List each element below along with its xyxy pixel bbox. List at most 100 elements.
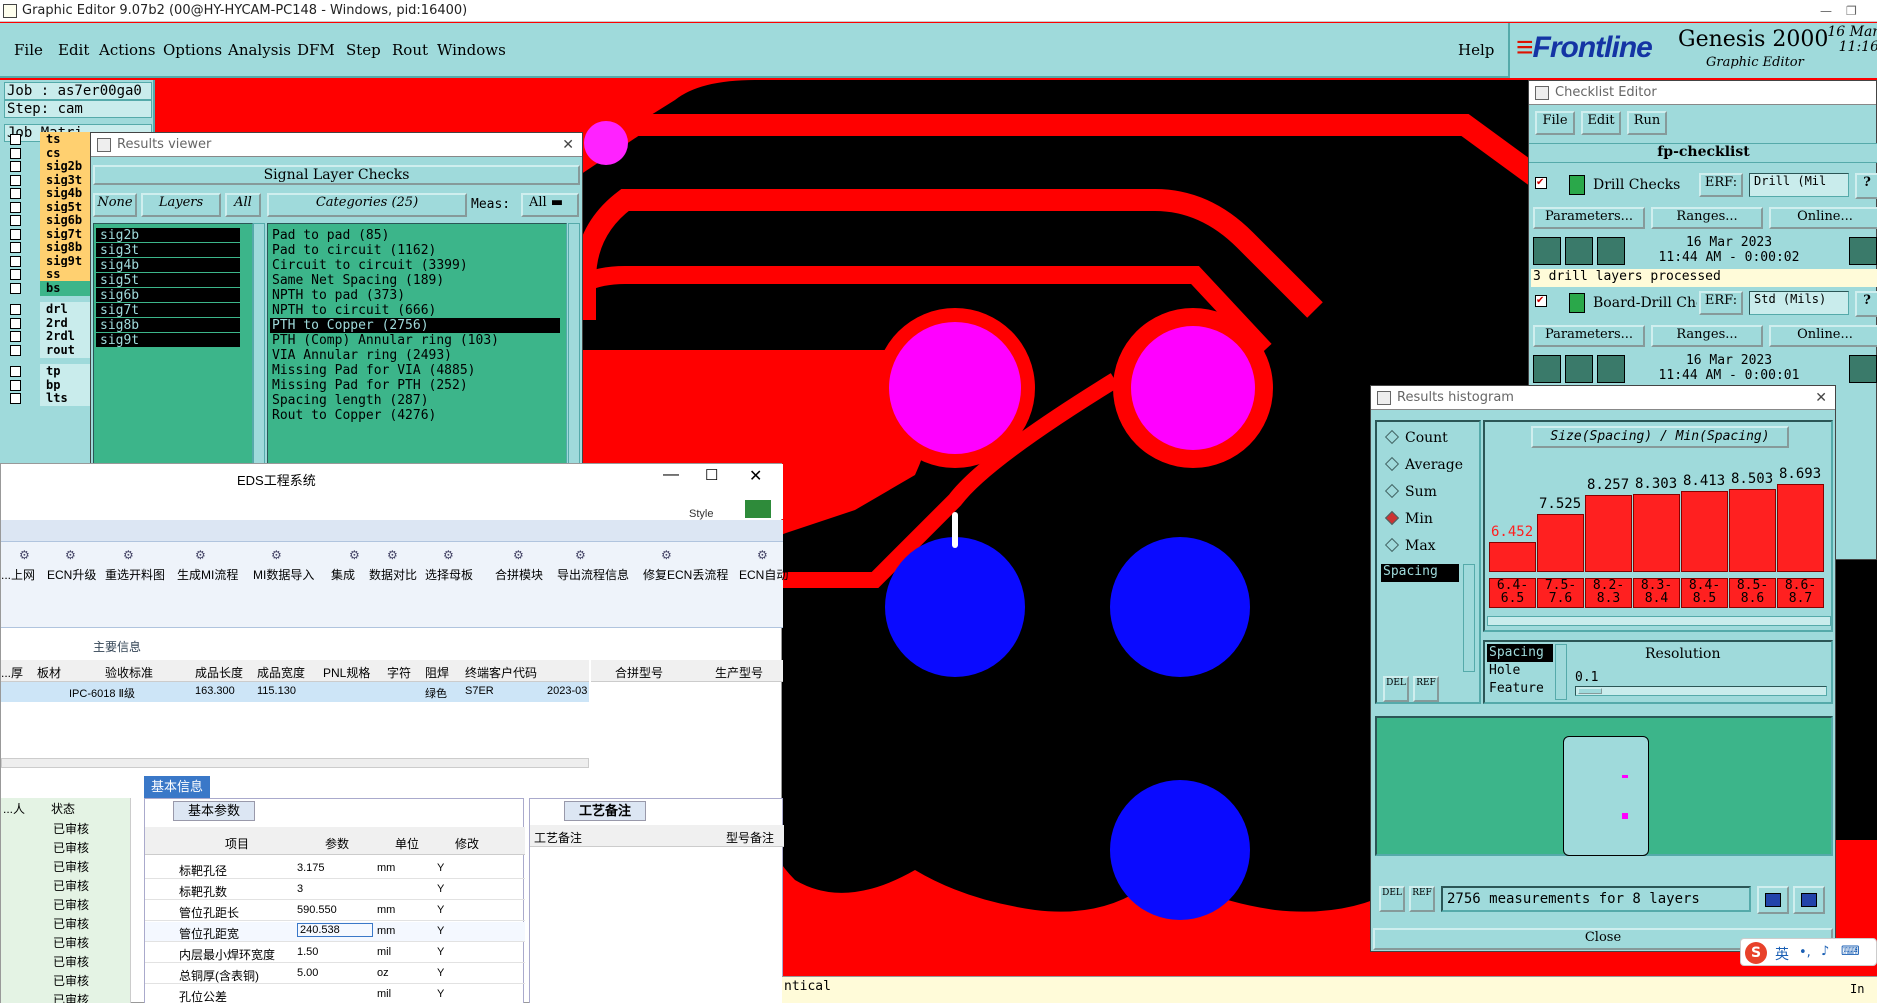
board-drill-parameters-button[interactable]: Parameters... xyxy=(1533,325,1645,347)
layer-checkbox[interactable] xyxy=(10,174,21,186)
board-drill-online-button[interactable]: Online... xyxy=(1769,325,1877,347)
table-cell[interactable]: 590.550 xyxy=(297,904,337,916)
list-item[interactable]: sig7t xyxy=(96,303,240,318)
menu-actions[interactable]: Actions xyxy=(99,41,155,59)
toolbar-button[interactable]: MI数据导入 xyxy=(253,566,314,583)
list-item[interactable]: 已审核 xyxy=(53,953,89,970)
menu-edit[interactable]: Edit xyxy=(58,41,89,59)
keyboard-icon[interactable]: ⌨ xyxy=(1841,944,1860,959)
run-icon[interactable] xyxy=(1565,355,1593,383)
menu-step[interactable]: Step xyxy=(346,41,381,59)
maximize-icon[interactable]: ☐ xyxy=(705,466,718,484)
checklist-menu-edit[interactable]: Edit xyxy=(1581,111,1621,135)
list-item[interactable]: Rout to Copper (4276) xyxy=(272,408,436,423)
histogram-bar[interactable] xyxy=(1777,484,1824,572)
list-item[interactable]: sig2b xyxy=(96,228,240,243)
list-item[interactable]: PTH to Copper (2756) xyxy=(270,318,560,333)
board-drill-ranges-button[interactable]: Ranges... xyxy=(1651,325,1763,347)
zoom-icon[interactable] xyxy=(1849,237,1877,265)
layer-checkbox[interactable] xyxy=(10,282,21,294)
drill-checks-parameters-button[interactable]: Parameters... xyxy=(1533,207,1645,229)
drill-checks-ranges-button[interactable]: Ranges... xyxy=(1651,207,1763,229)
drill-checks-help-button[interactable]: ? xyxy=(1855,173,1877,199)
table-cell[interactable]: 1.50 xyxy=(297,946,318,958)
menu-windows[interactable]: Windows xyxy=(437,41,506,59)
close-icon[interactable]: ✕ xyxy=(562,133,574,157)
list-item[interactable]: Spacing length (287) xyxy=(272,393,429,408)
toolbar-button[interactable]: ECN自动 xyxy=(739,566,788,583)
menu-rout[interactable]: Rout xyxy=(392,41,428,59)
list-item[interactable]: 已审核 xyxy=(53,858,89,875)
categories-button[interactable]: Categories (25) xyxy=(267,193,467,217)
table-cell[interactable]: 5.00 xyxy=(297,967,318,979)
table-row[interactable]: 孔位公差 mil Y xyxy=(145,985,525,1003)
list-item[interactable]: 已审核 xyxy=(53,991,89,1003)
table-row[interactable]: 管位孔距宽 240.538 mm Y xyxy=(145,922,525,942)
histogram-bar[interactable] xyxy=(1585,495,1632,572)
list-item[interactable]: 已审核 xyxy=(53,839,89,856)
table-cell[interactable]: 3.175 xyxy=(297,862,325,874)
drill-checks-online-button[interactable]: Online... xyxy=(1769,207,1877,229)
list-item[interactable]: sig8b xyxy=(96,318,240,333)
layers-all-button[interactable]: All xyxy=(225,193,261,217)
run-icon[interactable] xyxy=(1565,237,1593,265)
list-item[interactable]: NPTH to circuit (666) xyxy=(272,303,436,318)
layer-checkbox[interactable] xyxy=(10,134,21,145)
list-item[interactable]: sig4b xyxy=(96,258,240,273)
list-item[interactable]: 已审核 xyxy=(53,915,89,932)
toolbar-button[interactable]: 导出流程信息 xyxy=(557,566,629,583)
toolbar-button[interactable]: 选择母板 xyxy=(425,566,473,583)
histogram-scrollbar[interactable] xyxy=(1487,616,1831,626)
layers-none-button[interactable]: None xyxy=(93,193,137,217)
zoom-icon[interactable] xyxy=(1849,355,1877,383)
menu-file[interactable]: File xyxy=(14,41,43,59)
zoom-out-icon[interactable] xyxy=(1793,886,1825,914)
restore-icon[interactable]: ❐ xyxy=(1846,0,1857,22)
run-icon[interactable] xyxy=(1597,355,1625,383)
field-type-item[interactable]: Spacing xyxy=(1487,644,1553,662)
table-cell[interactable]: 3 xyxy=(297,883,303,895)
ime-language[interactable]: 英 xyxy=(1775,944,1789,964)
layer-checkbox[interactable] xyxy=(10,147,21,159)
checklist-menu-file[interactable]: File xyxy=(1535,111,1575,135)
table-row[interactable]: 标靶孔数 3 Y xyxy=(145,880,525,900)
resolution-slider[interactable] xyxy=(1575,686,1827,696)
table-row[interactable]: 内层最小焊环宽度 1.50 mil Y xyxy=(145,943,525,963)
list-item[interactable]: 已审核 xyxy=(53,820,89,837)
checklist-menu-run[interactable]: Run xyxy=(1627,111,1667,135)
close-icon[interactable]: ✕ xyxy=(749,466,762,486)
menu-analysis[interactable]: Analysis xyxy=(228,41,291,59)
list-item[interactable]: 已审核 xyxy=(53,877,89,894)
layer-checkbox[interactable] xyxy=(10,201,21,213)
option-sum-radio[interactable]: Sum xyxy=(1384,483,1437,500)
list-item[interactable]: NPTH to pad (373) xyxy=(272,288,405,303)
histogram-bar[interactable] xyxy=(1729,489,1776,572)
board-drill-erf-field[interactable]: Std (Mils) xyxy=(1749,291,1849,315)
del-button[interactable]: DEL xyxy=(1383,676,1409,702)
list-item[interactable]: 已审核 xyxy=(53,896,89,913)
field-type-list[interactable]: Spacing Hole Feature xyxy=(1487,644,1553,700)
tab-process-notes[interactable]: 工艺备注 xyxy=(564,801,646,821)
list-item[interactable]: 已审核 xyxy=(53,972,89,989)
ime-punct-icon[interactable]: •, xyxy=(1799,945,1811,960)
run-icon[interactable] xyxy=(1533,355,1561,383)
layer-list-scrollbar[interactable] xyxy=(253,223,265,473)
drill-checks-checkbox[interactable]: ✔ xyxy=(1535,177,1547,189)
table-cell[interactable]: 240.538 xyxy=(297,923,373,937)
field-type-scrollbar[interactable] xyxy=(1555,644,1567,700)
list-item[interactable]: Same Net Spacing (189) xyxy=(272,273,444,288)
option-min-radio[interactable]: Min xyxy=(1384,510,1433,527)
list-item[interactable]: sig5t xyxy=(96,273,240,288)
close-icon[interactable]: ✕ xyxy=(1815,386,1827,410)
toolbar-button[interactable]: 修复ECN丢流程 xyxy=(643,566,728,583)
toolbar-button[interactable]: 集成 xyxy=(331,566,355,583)
menu-dfm[interactable]: DFM xyxy=(297,41,335,59)
layer-checkbox[interactable] xyxy=(10,366,21,377)
category-list[interactable]: Pad to pad (85) Pad to circuit (1162) Circ… xyxy=(267,223,567,473)
ref-button[interactable]: REF xyxy=(1413,676,1439,702)
layer-checkbox[interactable] xyxy=(10,255,21,267)
layers-button[interactable]: Layers xyxy=(141,193,221,217)
field-list-scrollbar[interactable] xyxy=(1463,564,1475,672)
table-row[interactable]: 管位孔距长 590.550 mm Y xyxy=(145,901,525,921)
histogram-bar[interactable] xyxy=(1681,491,1728,572)
